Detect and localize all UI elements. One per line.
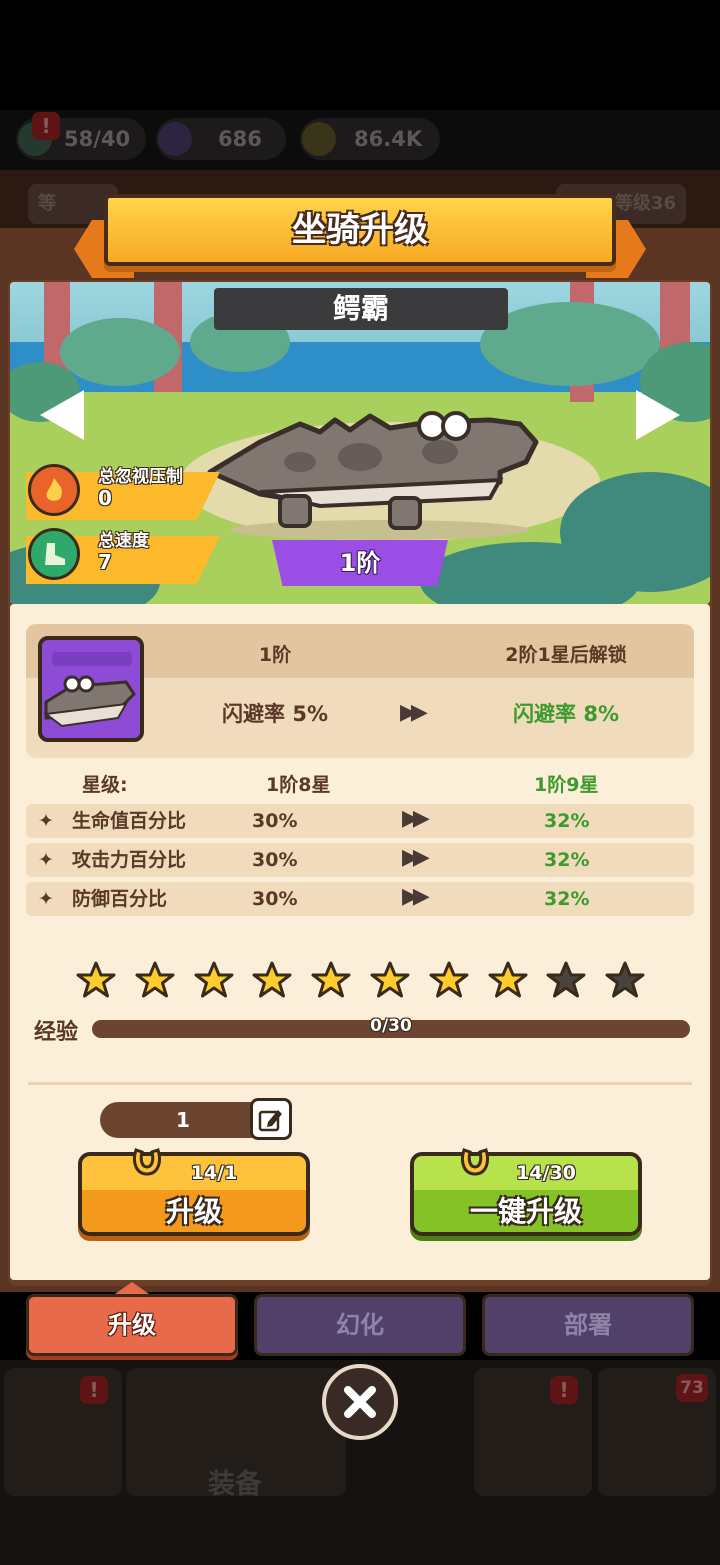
star-empty-icon	[605, 961, 645, 998]
stat-arrow-icon: ▶▶	[402, 845, 430, 870]
skill-arrow-icon: ▶▶	[400, 700, 428, 725]
tab-upgrade[interactable]: 升级	[26, 1294, 238, 1356]
star-filled-icon	[252, 961, 292, 998]
upgrade-cost: 14/1	[190, 1162, 238, 1184]
star-filled-icon	[194, 961, 234, 998]
energy-alert-badge: !	[32, 112, 60, 140]
flame-heart-icon	[28, 464, 80, 516]
star-filled-icon	[429, 961, 469, 998]
skill-current-effect: 闪避率 5%	[222, 702, 328, 726]
star-level-current: 1阶8星	[266, 774, 331, 796]
close-button[interactable]	[322, 1364, 398, 1440]
skill-current-stage: 1阶	[258, 644, 292, 666]
stat-name: 生命值百分比	[72, 810, 187, 832]
star-filled-icon	[370, 961, 410, 998]
stat-row-attack: ✦ 攻击力百分比 30% ▶▶ 32%	[26, 843, 694, 877]
star-filled-icon	[488, 961, 528, 998]
energy-value: 58/40	[64, 127, 131, 151]
gold-resource: 86.4K	[300, 118, 440, 160]
edit-quantity-button[interactable]	[250, 1098, 292, 1140]
experience-label: 经验	[34, 1020, 79, 1045]
stat-name: 防御百分比	[72, 888, 168, 910]
stat-current: 30%	[252, 849, 298, 871]
star-empty-icon	[546, 961, 586, 998]
star-filled-icon	[311, 961, 351, 998]
speed-value: 7	[98, 550, 112, 574]
stat-name: 攻击力百分比	[72, 849, 187, 871]
speed-boot-icon	[28, 528, 80, 580]
skill-box: 1阶 2阶1星后解锁 闪避率 5% ▶▶ 闪避率 8%	[26, 624, 694, 758]
tab-transform[interactable]: 幻化	[254, 1294, 466, 1356]
gem-resource: 686	[156, 118, 286, 160]
auto-upgrade-label: 一键升级	[469, 1195, 582, 1228]
stat-arrow-icon: ▶▶	[402, 806, 430, 831]
suppress-label: 总忽视压制	[98, 467, 183, 487]
dialog-title-plate: 坐骑升级	[104, 194, 616, 266]
auto-upgrade-button[interactable]: 14/30 一键升级	[410, 1148, 642, 1236]
auto-upgrade-cost: 14/30	[516, 1162, 576, 1184]
suppress-value: 0	[98, 486, 112, 510]
nav-shop-badge: !	[80, 1376, 108, 1404]
mount-thumbnail	[38, 636, 144, 742]
nav-treasure-badge: 73	[676, 1374, 708, 1402]
gem-value: 686	[218, 127, 262, 151]
nav-equipment-label: 装备	[208, 1469, 262, 1500]
crocodile-portrait-icon	[43, 652, 136, 728]
top-black-area	[0, 0, 720, 110]
star-level-next: 1阶9星	[534, 774, 599, 796]
stat-next: 32%	[544, 849, 590, 871]
dialog-title: 坐骑升级	[292, 210, 428, 250]
stat-row-hp: ✦ 生命值百分比 30% ▶▶ 32%	[26, 804, 694, 838]
mount-scene: 鳄霸 总忽视压制 0 总速度 7 1阶	[10, 282, 710, 604]
upgrade-button[interactable]: 14/1 升级	[78, 1148, 310, 1236]
close-icon	[344, 1386, 376, 1418]
stat-arrow-icon: ▶▶	[402, 884, 430, 909]
star-level-label: 星级:	[82, 774, 128, 796]
crocodile-mount-image	[207, 411, 539, 540]
sparkle-icon: ✦	[38, 888, 54, 910]
stage-badge: 1阶	[272, 540, 448, 586]
sparkle-icon: ✦	[38, 810, 54, 832]
skill-next-unlock: 2阶1星后解锁	[505, 644, 627, 666]
pencil-icon	[258, 1110, 282, 1132]
divider	[28, 1082, 692, 1085]
stat-current: 30%	[252, 810, 298, 832]
upgrade-label: 升级	[165, 1195, 222, 1228]
star-filled-icon	[76, 961, 116, 998]
stat-next: 32%	[544, 810, 590, 832]
experience-text: 0/30	[370, 1016, 412, 1036]
stat-next: 32%	[544, 888, 590, 910]
mount-name: 鳄霸	[214, 288, 508, 330]
sparkle-icon: ✦	[38, 849, 54, 871]
stat-current: 30%	[252, 888, 298, 910]
gold-value: 86.4K	[354, 127, 423, 151]
skill-next-effect: 闪避率 8%	[513, 702, 619, 726]
nav-upgrade-badge: !	[550, 1376, 578, 1404]
tab-deploy[interactable]: 部署	[482, 1294, 694, 1356]
stat-row-defense: ✦ 防御百分比 30% ▶▶ 32%	[26, 882, 694, 916]
gold-coin-icon	[302, 122, 336, 156]
gem-icon	[158, 122, 192, 156]
star-filled-icon	[135, 961, 175, 998]
speed-label: 总速度	[98, 531, 149, 551]
upgrade-card: 1阶 2阶1星后解锁 闪避率 5% ▶▶ 闪避率 8% 星级: 1阶8星 1阶9…	[10, 604, 710, 1280]
